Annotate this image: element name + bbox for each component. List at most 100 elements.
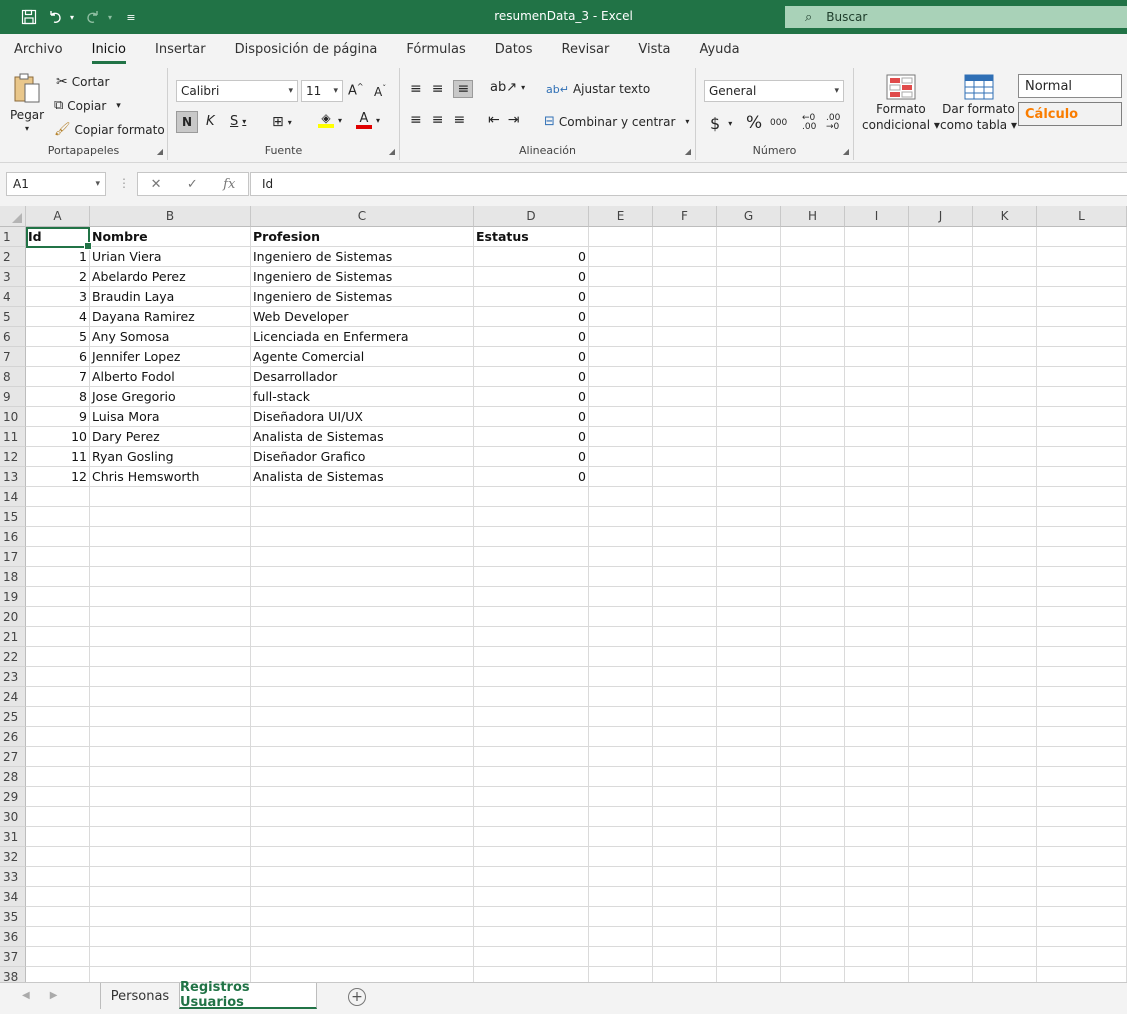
row-header[interactable]: 22 [0, 647, 26, 667]
cell-k23[interactable] [973, 667, 1037, 687]
cell-b20[interactable] [90, 607, 251, 627]
cell-c8[interactable]: Desarrollador [251, 367, 474, 387]
row-header[interactable]: 38 [0, 967, 26, 982]
cell-g30[interactable] [717, 807, 781, 827]
cell-l19[interactable] [1037, 587, 1127, 607]
dialog-launcher-icon[interactable]: ◢ [389, 147, 395, 156]
cell-i7[interactable] [845, 347, 909, 367]
cell-l25[interactable] [1037, 707, 1127, 727]
cell-l4[interactable] [1037, 287, 1127, 307]
cell-d11[interactable]: 0 [474, 427, 589, 447]
orientation-button[interactable]: ab↗ ▾ [490, 80, 525, 95]
row-header[interactable]: 23 [0, 667, 26, 687]
cell-a37[interactable] [26, 947, 90, 967]
cell-b3[interactable]: Abelardo Perez [90, 267, 251, 287]
cell-e16[interactable] [589, 527, 653, 547]
cell-a6[interactable]: 5 [26, 327, 90, 347]
cell-l3[interactable] [1037, 267, 1127, 287]
row-header[interactable]: 1 [0, 227, 26, 247]
cell-d14[interactable] [474, 487, 589, 507]
cell-g8[interactable] [717, 367, 781, 387]
cell-j18[interactable] [909, 567, 973, 587]
cell-h27[interactable] [781, 747, 845, 767]
cell-h31[interactable] [781, 827, 845, 847]
cell-c20[interactable] [251, 607, 474, 627]
cell-g16[interactable] [717, 527, 781, 547]
cell-i36[interactable] [845, 927, 909, 947]
cell-k36[interactable] [973, 927, 1037, 947]
cell-j21[interactable] [909, 627, 973, 647]
cell-a1[interactable]: Id [26, 227, 90, 247]
cell-j2[interactable] [909, 247, 973, 267]
cell-i31[interactable] [845, 827, 909, 847]
cell-f13[interactable] [653, 467, 717, 487]
cell-f9[interactable] [653, 387, 717, 407]
cell-k10[interactable] [973, 407, 1037, 427]
cell-g3[interactable] [717, 267, 781, 287]
cell-d21[interactable] [474, 627, 589, 647]
cell-c36[interactable] [251, 927, 474, 947]
cell-d2[interactable]: 0 [474, 247, 589, 267]
tab-revisar[interactable]: Revisar [562, 38, 610, 61]
row-header[interactable]: 24 [0, 687, 26, 707]
chevron-down-icon[interactable]: ▾ [685, 117, 689, 126]
cell-b2[interactable]: Urian Viera [90, 247, 251, 267]
cell-i29[interactable] [845, 787, 909, 807]
cell-a18[interactable] [26, 567, 90, 587]
style-normal[interactable]: Normal [1018, 74, 1122, 98]
cell-i27[interactable] [845, 747, 909, 767]
cell-a8[interactable]: 7 [26, 367, 90, 387]
cell-f17[interactable] [653, 547, 717, 567]
cell-i10[interactable] [845, 407, 909, 427]
cell-g13[interactable] [717, 467, 781, 487]
cell-b22[interactable] [90, 647, 251, 667]
cell-a10[interactable]: 9 [26, 407, 90, 427]
prev-sheet-icon[interactable]: ◀ [22, 990, 30, 1001]
align-top-icon[interactable]: ≡ [410, 81, 422, 97]
cell-j23[interactable] [909, 667, 973, 687]
cell-j8[interactable] [909, 367, 973, 387]
cell-h9[interactable] [781, 387, 845, 407]
cell-d28[interactable] [474, 767, 589, 787]
cell-i28[interactable] [845, 767, 909, 787]
cell-g7[interactable] [717, 347, 781, 367]
cell-h24[interactable] [781, 687, 845, 707]
cell-f33[interactable] [653, 867, 717, 887]
cell-f16[interactable] [653, 527, 717, 547]
cell-a22[interactable] [26, 647, 90, 667]
cell-e31[interactable] [589, 827, 653, 847]
cell-f23[interactable] [653, 667, 717, 687]
cell-k5[interactable] [973, 307, 1037, 327]
cell-b12[interactable]: Ryan Gosling [90, 447, 251, 467]
cell-b32[interactable] [90, 847, 251, 867]
column-header-g[interactable]: G [717, 206, 781, 227]
row-header[interactable]: 18 [0, 567, 26, 587]
chevron-down-icon[interactable]: ▾ [728, 119, 732, 128]
paste-dropdown-icon[interactable]: ▾ [25, 124, 29, 133]
cell-g19[interactable] [717, 587, 781, 607]
cell-d23[interactable] [474, 667, 589, 687]
row-header[interactable]: 14 [0, 487, 26, 507]
cell-b29[interactable] [90, 787, 251, 807]
cell-e28[interactable] [589, 767, 653, 787]
cell-g36[interactable] [717, 927, 781, 947]
row-header[interactable]: 15 [0, 507, 26, 527]
cell-l16[interactable] [1037, 527, 1127, 547]
cell-c10[interactable]: Diseñadora UI/UX [251, 407, 474, 427]
cell-d9[interactable]: 0 [474, 387, 589, 407]
decrease-font-button[interactable]: Aˇ [374, 84, 386, 99]
sheet-tab-registros-usuarios[interactable]: Registros Usuarios [179, 980, 317, 1010]
thousands-button[interactable]: 000 [770, 118, 787, 128]
cell-l34[interactable] [1037, 887, 1127, 907]
cell-d1[interactable]: Estatus [474, 227, 589, 247]
cell-g35[interactable] [717, 907, 781, 927]
cell-i17[interactable] [845, 547, 909, 567]
cancel-icon[interactable]: ✕ [151, 177, 162, 192]
cell-a33[interactable] [26, 867, 90, 887]
row-header[interactable]: 37 [0, 947, 26, 967]
cell-l15[interactable] [1037, 507, 1127, 527]
tab-datos[interactable]: Datos [495, 38, 533, 61]
cell-i9[interactable] [845, 387, 909, 407]
cell-g20[interactable] [717, 607, 781, 627]
cell-k13[interactable] [973, 467, 1037, 487]
